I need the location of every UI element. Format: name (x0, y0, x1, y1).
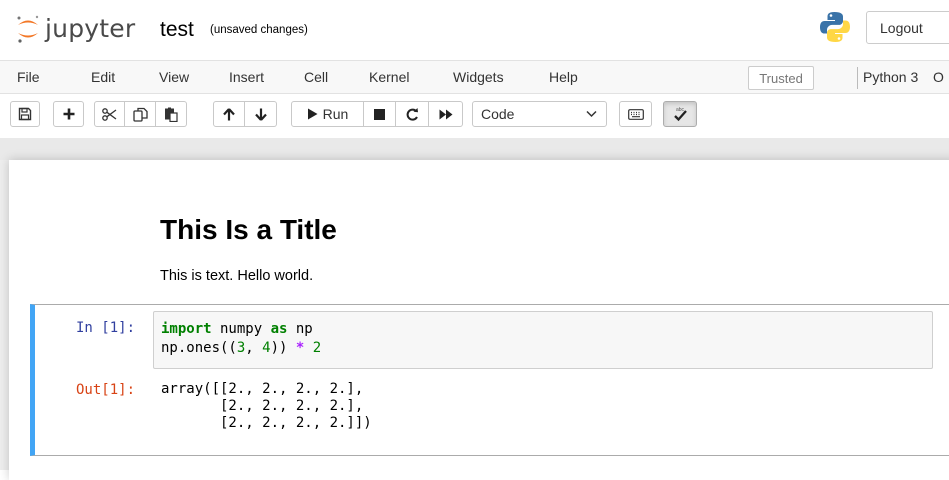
plus-icon (63, 108, 74, 120)
menu-cell[interactable]: Cell (304, 69, 328, 85)
menu-edit[interactable]: Edit (91, 69, 115, 85)
move-down-button[interactable] (245, 101, 277, 127)
kernel-indicator: O (933, 69, 944, 85)
menu-view[interactable]: View (159, 69, 189, 85)
menu-widgets[interactable]: Widgets (453, 69, 504, 85)
kernel-name[interactable]: Python 3 (863, 69, 918, 85)
logout-button[interactable]: Logout (866, 11, 949, 44)
keyboard-icon (627, 108, 644, 120)
trusted-indicator[interactable]: Trusted (748, 66, 814, 90)
restart-run-all-button[interactable] (429, 101, 463, 127)
python-logo-icon (820, 12, 850, 42)
jupyter-orbit-icon (17, 15, 39, 43)
code-keyword-as: as (270, 321, 288, 337)
kernel-separator (857, 67, 858, 89)
paste-button[interactable] (156, 101, 187, 127)
header: jupyter test (unsaved changes) Logout (0, 0, 949, 60)
output-line: [2., 2., 2., 2.]]) (161, 415, 372, 431)
run-button[interactable]: Run (291, 101, 364, 127)
input-prompt: In [1]: (76, 320, 136, 336)
menu-file[interactable]: File (17, 69, 40, 85)
cut-icon (102, 107, 117, 121)
toolbar: Run Code abc (0, 95, 949, 138)
code-text: )) (270, 340, 296, 356)
run-label: Run (322, 106, 349, 122)
code-number: 4 (262, 340, 271, 356)
spellcheck-icon: abc (674, 107, 687, 121)
save-status: (unsaved changes) (210, 24, 308, 36)
code-keyword-import: import (161, 321, 212, 337)
notebook-name[interactable]: test (160, 18, 194, 42)
play-icon (307, 108, 318, 120)
output-line: array([[2., 2., 2., 2.], (161, 381, 364, 397)
code-text: np (287, 321, 313, 337)
output-prompt: Out[1]: (76, 382, 136, 398)
menu-kernel[interactable]: Kernel (369, 69, 409, 85)
save-button[interactable] (10, 101, 40, 127)
move-up-button[interactable] (213, 101, 245, 127)
markdown-text[interactable]: This is text. Hello world. (160, 268, 313, 284)
logo-text: jupyter (45, 13, 136, 43)
output-line: [2., 2., 2., 2.], (161, 398, 364, 414)
menubar: File Edit View Insert Cell Kernel Widget… (0, 60, 949, 94)
restart-icon (406, 107, 418, 121)
code-editor[interactable]: import numpy as np np.ones((3, 4)) * 2 (161, 320, 321, 358)
svg-text:abc: abc (676, 107, 685, 113)
jupyter-logo[interactable]: jupyter (16, 12, 135, 46)
code-text: numpy (211, 321, 271, 337)
menu-help[interactable]: Help (549, 69, 578, 85)
copy-button[interactable] (125, 101, 156, 127)
cell-type-value: Code (481, 106, 515, 122)
cell-output[interactable]: array([[2., 2., 2., 2.], [2., 2., 2., 2.… (161, 381, 372, 432)
code-text: np.ones(( (161, 340, 237, 356)
stop-icon (374, 108, 385, 120)
fast-forward-icon (439, 109, 452, 119)
save-icon (18, 107, 32, 121)
chevron-down-icon (586, 110, 597, 118)
menu-insert[interactable]: Insert (229, 69, 264, 85)
insert-cell-button[interactable] (53, 101, 84, 127)
restart-button[interactable] (396, 101, 429, 127)
arrow-down-icon (254, 108, 267, 121)
markdown-title[interactable]: This Is a Title (160, 214, 337, 246)
interrupt-button[interactable] (364, 101, 396, 127)
spellcheck-toggle[interactable]: abc (663, 101, 697, 127)
paste-icon (165, 107, 178, 122)
copy-icon (132, 107, 148, 122)
cut-button[interactable] (94, 101, 125, 127)
arrow-up-icon (223, 107, 235, 120)
code-text: , (245, 340, 263, 356)
header-shadow (0, 138, 949, 160)
cell-type-select[interactable]: Code (472, 101, 607, 127)
command-palette-button[interactable] (619, 101, 652, 127)
code-number: 2 (312, 340, 322, 356)
